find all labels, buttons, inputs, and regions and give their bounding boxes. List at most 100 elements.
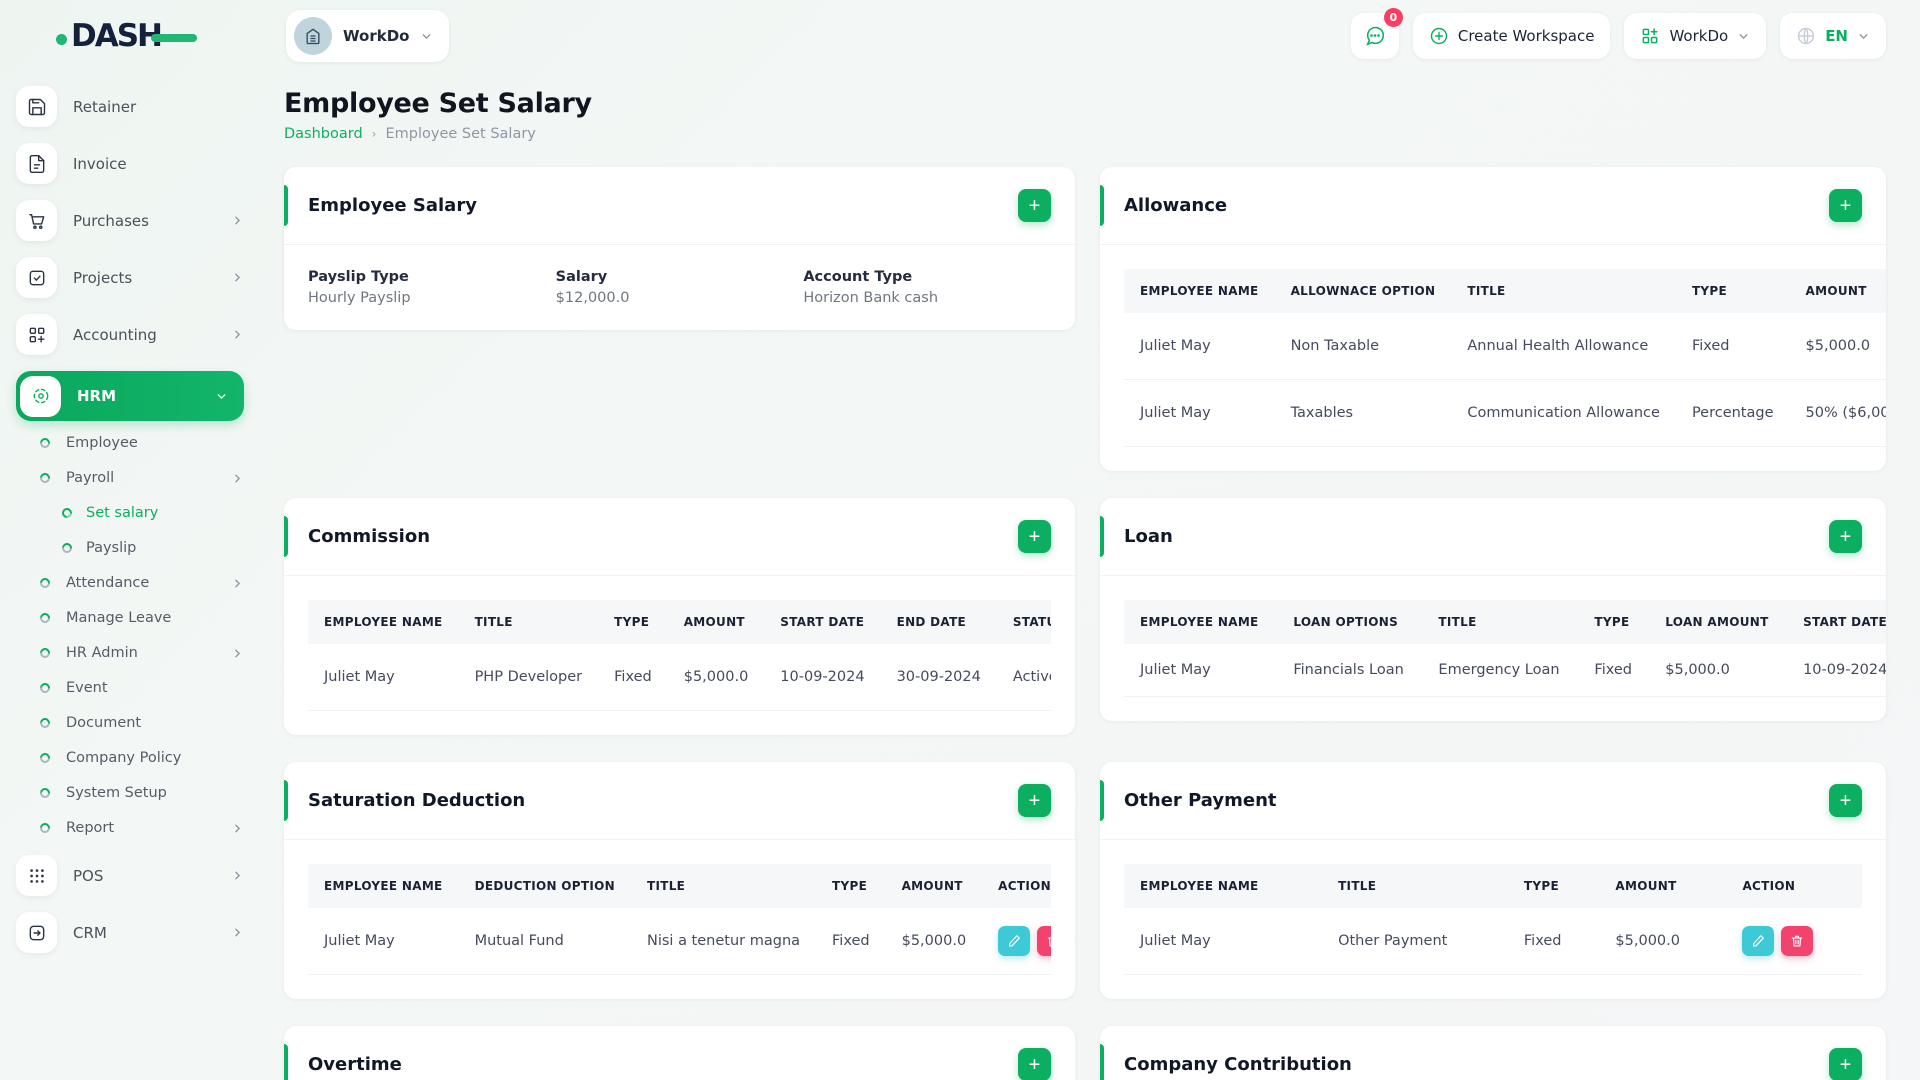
sidebar-item-crm[interactable]: CRM [16,912,244,953]
building-icon [294,17,332,55]
sidebar-item-label: Document [66,715,142,731]
delete-button[interactable] [1037,926,1051,956]
column-header: ACTION [1726,864,1862,908]
language-selector[interactable]: EN [1780,13,1886,59]
sidebar-item-retainer[interactable]: Retainer [16,86,244,127]
sidebar-item-payslip[interactable]: Payslip [59,540,244,556]
sidebar-item-purchases[interactable]: Purchases [16,200,244,241]
chevron-right-icon [231,577,244,590]
column-header: EMPLOYEE NAME [308,864,459,908]
saturation-deduction-table: EMPLOYEE NAME DEDUCTION OPTION TITLE TYPE AM… [308,864,1051,975]
table-cell: Mutual Fund [458,908,631,975]
sidebar-item-label: System Setup [66,785,167,801]
column-header: TITLE [1451,269,1676,313]
sidebar-item-label: Projects [73,268,133,287]
column-header: LOAN AMOUNT [1649,600,1788,644]
edit-button[interactable] [1742,926,1775,956]
sidebar-item-hr-admin[interactable]: HR Admin [37,645,244,661]
sidebar-item-label: Event [66,680,108,696]
delete-button[interactable] [1781,926,1814,956]
column-header: LOAN OPTIONS [1277,600,1423,644]
table-cell: Percentage [1675,379,1790,447]
table-cell: Annual Health Allowance [1451,313,1676,380]
sidebar-item-label: Company Policy [66,750,182,766]
card-title: Loan [1124,526,1173,547]
message-count-badge: 0 [1383,8,1403,27]
loan-card: Loan + EMPLOYEE NAME LOAN OPTIONS TITLE TYP… [1100,498,1886,721]
sidebar-item-attendance[interactable]: Attendance [37,575,244,591]
sidebar-item-employee[interactable]: Employee [37,435,244,451]
sidebar-item-hrm[interactable]: HRM [16,371,244,421]
table-cell: 30-09-2024 [880,644,997,711]
chevron-down-icon [1737,30,1750,43]
other-payment-card: Other Payment + EMPLOYEE NAME TITLE TYPE AM… [1100,762,1886,999]
sidebar-item-manage-leave[interactable]: Manage Leave [37,610,244,626]
add-employee-salary-button[interactable]: + [1018,189,1051,222]
dash-logo[interactable]: DASH [56,18,197,54]
column-header: DEDUCTION OPTION [458,864,631,908]
table-cell: Fixed [1578,644,1650,697]
add-allowance-button[interactable]: + [1829,189,1862,222]
overtime-card: Overtime + [284,1026,1075,1080]
sidebar-item-payroll[interactable]: Payroll [37,470,244,486]
allowance-card: Allowance + EMPLOYEE NAME ALLOWNACE OPTIO… [1100,167,1886,471]
field-value: $12,000.0 [555,290,630,306]
main-content: Employee Set Salary Dashboard › Employee… [284,72,1886,1080]
column-header: TITLE [631,864,817,908]
sidebar-item-set-salary[interactable]: Set salary [59,505,244,521]
table-cell: $5,000.0 [1789,313,1886,380]
card-title: Overtime [308,1054,402,1075]
breadcrumb-dashboard-link[interactable]: Dashboard [284,126,363,142]
sidebar-item-system-setup[interactable]: System Setup [37,785,244,801]
accounting-icon [16,314,57,355]
sidebar-item-invoice[interactable]: Invoice [16,143,244,184]
app-switcher-button[interactable]: WorkDo [1624,13,1767,59]
add-overtime-button[interactable]: + [1018,1048,1051,1080]
table-cell: $5,000.0 [1599,908,1727,975]
table-cell: Active [996,644,1051,711]
add-company-contribution-button[interactable]: + [1829,1048,1862,1080]
chevron-right-icon [231,328,244,341]
sidebar-item-label: POS [73,866,104,885]
workspace-switcher[interactable]: WorkDo [286,10,450,62]
card-title: Saturation Deduction [308,790,526,811]
sidebar-item-label: Set salary [86,505,159,521]
field-label: Account Type [803,269,913,285]
add-saturation-deduction-button[interactable]: + [1018,784,1051,817]
add-other-payment-button[interactable]: + [1829,784,1862,817]
sidebar-item-pos[interactable]: POS [16,855,244,896]
sidebar-item-company-policy[interactable]: Company Policy [37,750,244,766]
column-header: EMPLOYEE NAME [1124,600,1278,644]
column-header: AMOUNT [667,600,765,644]
bullet-icon [37,750,53,766]
add-loan-button[interactable]: + [1829,520,1862,553]
add-commission-button[interactable]: + [1018,520,1051,553]
language-label: EN [1825,27,1848,45]
sidebar-item-projects[interactable]: Projects [16,257,244,298]
sidebar-item-label: Payslip [86,540,137,556]
sidebar-item-event[interactable]: Event [37,680,244,696]
table-cell: Juliet May [308,644,459,711]
sidebar-item-document[interactable]: Document [37,715,244,731]
table-cell: Non Taxable [1274,313,1452,380]
bullet-icon [37,435,53,451]
create-workspace-button[interactable]: Create Workspace [1412,13,1611,59]
table-cell: Fixed [1675,313,1790,380]
retainer-icon [16,86,57,127]
table-cell: 10-09-2024 [1787,644,1886,697]
chevron-down-icon [1857,30,1870,43]
table-cell: $5,000.0 [885,908,983,975]
sidebar-item-accounting[interactable]: Accounting [16,314,244,355]
sidebar-item-label: Attendance [66,575,150,591]
crm-icon [16,912,57,953]
card-title: Employee Salary [308,195,477,216]
table-cell: 50% ($6,000.0) [1789,379,1886,447]
messages-button[interactable]: 0 [1350,8,1403,59]
sidebar-item-label: Payroll [66,470,115,486]
chevron-right-icon [231,926,244,939]
edit-button[interactable] [998,926,1031,956]
column-header: EMPLOYEE NAME [308,600,459,644]
sidebar-item-report[interactable]: Report [37,820,244,836]
table-cell: $5,000.0 [667,644,765,711]
employee-salary-card: Employee Salary + Payslip Type Hourly Pa… [284,167,1075,330]
